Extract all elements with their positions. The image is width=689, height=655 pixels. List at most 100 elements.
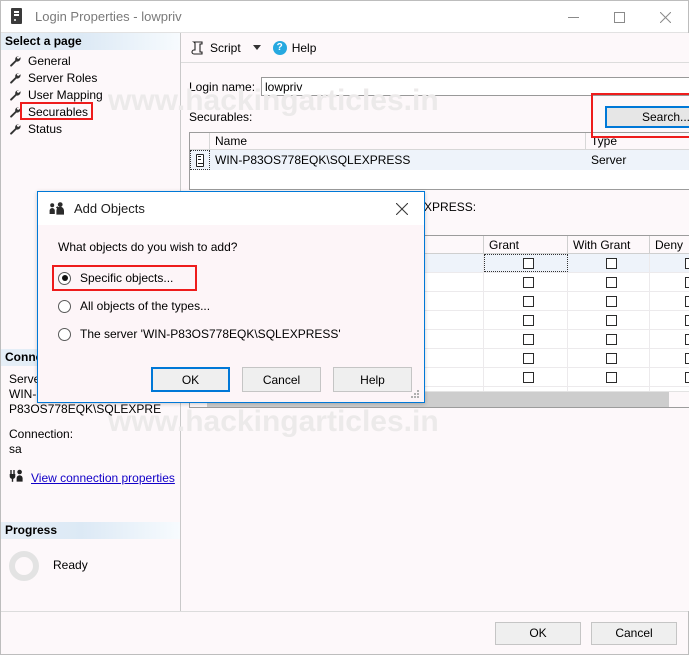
resize-grip-icon[interactable] — [411, 390, 421, 400]
script-button[interactable]: Script — [187, 37, 245, 59]
window-title: Login Properties - lowpriv — [35, 9, 182, 24]
view-connection-properties-link[interactable]: View connection properties — [31, 471, 175, 486]
grant-checkbox[interactable] — [484, 349, 568, 367]
page-list: General Server Roles User Mapping — [1, 50, 180, 137]
help-label: Help — [292, 41, 317, 55]
permissions-col-grant: Grant — [484, 236, 568, 253]
with-grant-checkbox[interactable] — [568, 349, 650, 367]
add-objects-dialog: Add Objects What objects do you wish to … — [37, 191, 425, 403]
grant-checkbox[interactable] — [484, 254, 568, 272]
sidebar-item-status[interactable]: Status — [7, 121, 180, 137]
progress-header: Progress — [1, 522, 180, 539]
grant-checkbox[interactable] — [484, 368, 568, 386]
add-objects-icon — [49, 202, 65, 216]
dialog-title-bar: Add Objects — [38, 192, 424, 225]
radio-specific-objects[interactable]: Specific objects... — [58, 267, 424, 289]
securables-col-icon — [190, 133, 210, 149]
permissions-col-with-grant: With Grant — [568, 236, 650, 253]
title-bar: Login Properties - lowpriv — [1, 1, 688, 33]
deny-checkbox[interactable] — [650, 349, 689, 367]
dialog-body: What objects do you wish to add? Specifi… — [38, 225, 424, 402]
login-name-label: Login name: — [189, 80, 261, 94]
connection-properties-icon — [9, 469, 24, 487]
deny-checkbox[interactable] — [650, 254, 689, 272]
sidebar-item-user-mapping[interactable]: User Mapping — [7, 87, 180, 103]
with-grant-checkbox[interactable] — [568, 368, 650, 386]
maximize-icon[interactable] — [596, 1, 642, 33]
grant-checkbox[interactable] — [484, 292, 568, 310]
dialog-question: What objects do you wish to add? — [58, 240, 424, 254]
help-question-icon: ? — [273, 41, 287, 55]
dialog-title: Add Objects — [74, 201, 145, 216]
deny-checkbox[interactable] — [650, 273, 689, 291]
with-grant-checkbox[interactable] — [568, 254, 650, 272]
securables-grid[interactable]: Name Type WIN-P83OS778EQK\SQLEXPRESS Ser… — [189, 132, 689, 190]
select-a-page-header: Select a page — [1, 33, 180, 50]
view-connection-properties-row[interactable]: View connection properties — [9, 469, 180, 487]
radio-label: Specific objects... — [80, 271, 173, 285]
search-button-wrapper: Search... — [605, 106, 689, 128]
dialog-button-row: OK Cancel Help — [151, 367, 412, 392]
close-icon[interactable] — [642, 1, 688, 33]
securables-col-type: Type — [586, 133, 689, 149]
deny-checkbox[interactable] — [650, 330, 689, 348]
securables-grid-header: Name Type — [190, 133, 689, 150]
radio-button-icon[interactable] — [58, 272, 71, 285]
securables-col-name: Name — [210, 133, 586, 149]
annotation-box-securables — [20, 102, 93, 120]
table-row[interactable]: WIN-P83OS778EQK\SQLEXPRESS Server — [190, 150, 689, 170]
progress-status: Ready — [53, 558, 88, 572]
dialog-help-button[interactable]: Help — [333, 367, 412, 392]
login-name-input[interactable] — [261, 77, 689, 96]
toolbar: Script ? Help — [181, 33, 689, 63]
securables-header-row: Securables: Search... — [189, 106, 689, 128]
wrench-icon — [9, 55, 22, 68]
connection-value: sa — [9, 442, 180, 457]
progress-section: Progress Ready — [1, 522, 180, 611]
dialog-cancel-button[interactable]: Cancel — [242, 367, 321, 392]
radio-label: All objects of the types... — [80, 299, 210, 313]
sidebar-item-server-roles[interactable]: Server Roles — [7, 70, 180, 86]
help-button[interactable]: ? Help — [269, 37, 321, 59]
with-grant-checkbox[interactable] — [568, 330, 650, 348]
close-icon[interactable] — [380, 192, 424, 225]
connection-label: Connection: — [9, 427, 180, 442]
securable-name: WIN-P83OS778EQK\SQLEXPRESS — [210, 150, 586, 170]
deny-checkbox[interactable] — [650, 368, 689, 386]
radio-button-icon[interactable] — [58, 328, 71, 341]
login-name-row: Login name: — [189, 77, 689, 96]
grant-checkbox[interactable] — [484, 330, 568, 348]
wrench-icon — [9, 123, 22, 136]
radio-all-objects-of-types[interactable]: All objects of the types... — [58, 295, 424, 317]
search-button[interactable]: Search... — [605, 106, 689, 128]
radio-button-icon[interactable] — [58, 300, 71, 313]
cancel-button[interactable]: Cancel — [591, 622, 677, 645]
script-icon — [191, 41, 205, 55]
server-tower-icon — [11, 8, 25, 25]
securable-type: Server — [586, 150, 689, 170]
script-label: Script — [210, 41, 241, 55]
with-grant-checkbox[interactable] — [568, 292, 650, 310]
deny-checkbox[interactable] — [650, 292, 689, 310]
securables-label: Securables: — [189, 110, 252, 124]
sidebar-item-label: User Mapping — [28, 88, 103, 102]
ok-button[interactable]: OK — [495, 622, 581, 645]
grant-checkbox[interactable] — [484, 311, 568, 329]
footer-button-bar: OK Cancel — [1, 611, 688, 654]
minimize-icon[interactable] — [550, 1, 596, 33]
deny-checkbox[interactable] — [650, 311, 689, 329]
radio-label: The server 'WIN-P83OS778EQK\SQLEXPRESS' — [80, 327, 341, 341]
chevron-down-icon[interactable] — [253, 45, 261, 50]
radio-the-server[interactable]: The server 'WIN-P83OS778EQK\SQLEXPRESS' — [58, 323, 424, 345]
window-controls — [550, 1, 688, 33]
with-grant-checkbox[interactable] — [568, 311, 650, 329]
sidebar-item-general[interactable]: General — [7, 53, 180, 69]
progress-body: Ready — [1, 539, 180, 611]
sidebar-item-securables[interactable]: Securables — [7, 104, 180, 120]
with-grant-checkbox[interactable] — [568, 273, 650, 291]
grant-checkbox[interactable] — [484, 273, 568, 291]
server-tower-icon — [190, 150, 210, 170]
wrench-icon — [9, 89, 22, 102]
wrench-icon — [9, 72, 22, 85]
dialog-ok-button[interactable]: OK — [151, 367, 230, 392]
